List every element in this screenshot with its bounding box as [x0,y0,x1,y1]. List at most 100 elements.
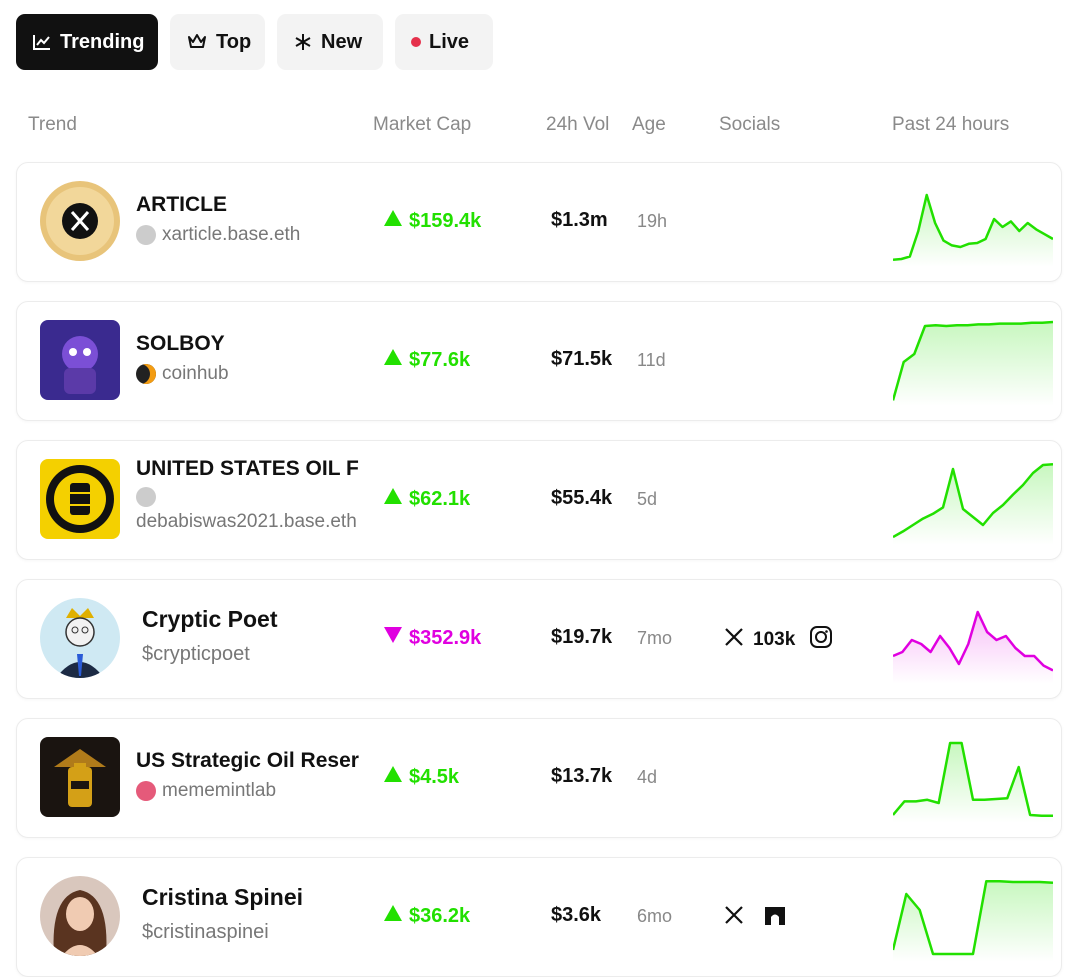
token-creator: coinhub [136,363,370,385]
market-cap-value: $62.1k [409,487,471,510]
market-cap: $77.6k [383,348,470,372]
age: 19h [637,211,668,231]
sparkline-area [893,322,1053,406]
socials [723,903,787,933]
handle-label: $crypticpoet [142,643,250,665]
age: 7mo [637,628,673,648]
oil-barrel-seal-avatar [40,459,120,539]
tab-new[interactable]: New [277,14,383,70]
market-cap-value: $77.6k [409,348,471,371]
user-placeholder-icon [136,487,156,507]
token-name: Cryptic Poet [142,606,278,632]
volume-24h: $1.3m [551,209,608,231]
mememintlab-icon [136,781,156,801]
market-cap-value: $159.4k [409,209,482,232]
sparkline-chart [892,596,1054,689]
volume-24h: $19.7k [551,626,613,648]
market-cap: $62.1k [383,487,470,511]
token-info: UNITED STATES OIL F debabiswas2021.base.… [136,457,370,533]
volume-24h: $71.5k [551,348,613,370]
purple-character-avatar [40,320,120,400]
age: 4d [637,767,658,787]
market-cap-value: $36.2k [409,904,471,927]
trend-up-icon [383,348,403,372]
creator-label: debabiswas2021.base.eth [136,511,357,532]
trend-up-icon [383,209,403,233]
col-socials: Socials [719,114,781,135]
market-cap-value: $4.5k [409,765,460,788]
tab-live[interactable]: Live [395,14,493,70]
x-icon[interactable] [723,626,745,654]
market-cap: $4.5k [383,765,459,789]
age: 6mo [637,906,673,926]
x-followers-count: 103k [753,629,796,650]
instagram-icon[interactable] [809,625,833,655]
filter-tabs: Trending Top New Live [16,14,493,70]
cristina-photo-avatar [40,876,120,956]
trend-up-icon [383,487,403,511]
col-past-24-hours: Past 24 hours [892,114,1010,135]
x-logo-avatar [40,181,120,261]
age: 11d [637,350,666,370]
token-info: SOLBOY coinhub [136,332,370,385]
col-market-cap[interactable]: Market Cap [373,114,471,136]
handle-label: $cristinaspinei [142,921,269,943]
cryptic-poet-avatar [40,598,120,678]
creator-label: mememintlab [162,780,277,801]
table-row[interactable]: Cryptic Poet $crypticpoet $352.9k $19.7k… [16,579,1062,699]
sparkline-chart [891,874,1054,967]
market-cap: $159.4k [383,209,481,233]
creator-label: coinhub [162,363,229,384]
col-age[interactable]: Age [632,114,666,136]
live-dot-icon [411,37,421,47]
token-info: ARTICLE xarticle.base.eth [136,193,370,246]
trend-up-icon [383,765,403,789]
token-name: UNITED STATES OIL F [136,457,359,480]
creator-label: xarticle.base.eth [162,224,301,245]
token-creator: xarticle.base.eth [136,224,370,246]
token-handle: $crypticpoet [142,643,376,666]
token-creator-icon-line [136,487,370,507]
table-row[interactable]: ARTICLE xarticle.base.eth $159.4k $1.3m … [16,162,1062,282]
trend-up-icon [383,904,403,928]
tab-trending[interactable]: Trending [16,14,158,70]
token-name: Cristina Spinei [142,884,304,910]
token-creator: debabiswas2021.base.eth [136,511,370,533]
market-cap-value: $352.9k [409,626,482,649]
col-24h-vol[interactable]: 24h Vol [546,114,609,136]
token-info: US Strategic Oil Reser mememintlab [136,749,370,802]
table-row[interactable]: Cristina Spinei $cristinaspinei $36.2k $… [16,857,1062,977]
crown-icon [186,32,208,52]
volume-24h: $55.4k [551,487,613,509]
token-name: SOLBOY [136,332,225,355]
token-creator: mememintlab [136,780,370,802]
trend-down-icon [383,626,403,650]
tab-new-label: New [321,30,363,53]
token-info: Cristina Spinei $cristinaspinei [142,884,376,944]
table-row[interactable]: SOLBOY coinhub $77.6k $71.5k 11d [16,301,1062,421]
token-info: Cryptic Poet $crypticpoet [142,606,376,666]
oil-battery-avatar [40,737,120,817]
tab-live-label: Live [429,30,470,53]
volume-24h: $3.6k [551,904,602,926]
market-cap: $352.9k [383,626,481,650]
socials: 103k [723,625,833,655]
user-placeholder-icon [136,225,156,245]
chart-line-icon [32,32,52,52]
market-cap: $36.2k [383,904,470,928]
age: 5d [637,489,658,509]
table-row[interactable]: UNITED STATES OIL F debabiswas2021.base.… [16,440,1062,560]
asterisk-icon [293,32,313,52]
tab-trending-label: Trending [60,30,145,53]
tab-top-label: Top [216,30,252,53]
table-row[interactable]: US Strategic Oil Reser mememintlab $4.5k… [16,718,1062,838]
sparkline-area [893,612,1053,684]
token-name: ARTICLE [136,193,227,216]
arch-icon[interactable] [763,903,787,933]
tab-top[interactable]: Top [170,14,265,70]
table-header: Trend Market Cap 24h Vol Age Socials Pas… [0,114,1080,138]
x-icon[interactable] [723,904,745,932]
col-trend: Trend [28,114,77,135]
sparkline-chart [891,318,1054,411]
coinhub-icon [136,364,156,384]
